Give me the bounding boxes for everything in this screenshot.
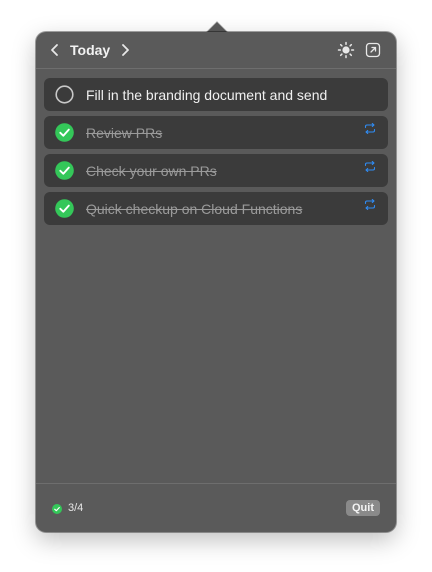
page-title: Today: [70, 42, 111, 58]
checkmark-circle-icon: [55, 123, 74, 142]
task-checkbox[interactable]: [55, 123, 74, 142]
repeat-icon: [364, 161, 376, 172]
chevron-right-icon: [122, 44, 129, 56]
task-checkbox[interactable]: [55, 85, 74, 104]
task-checkbox[interactable]: [55, 199, 74, 218]
popover-footer: 3/4 Quit: [36, 483, 396, 532]
popover-header: Today: [36, 32, 396, 69]
open-window-button[interactable]: [365, 42, 381, 58]
task-label: Review PRs: [86, 125, 163, 141]
sun-icon: [337, 41, 355, 59]
previous-day-button[interactable]: [47, 42, 63, 58]
task-label: Fill in the branding document and send: [86, 87, 328, 103]
empty-circle-icon: [55, 85, 74, 104]
task-item[interactable]: Fill in the branding document and send: [44, 78, 388, 111]
checkmark-circle-icon: [52, 504, 62, 514]
task-item[interactable]: Quick checkup on Cloud Functions: [44, 192, 388, 225]
next-day-button[interactable]: [117, 42, 133, 58]
today-popover: Today Fill in the branding document and …: [36, 32, 396, 532]
task-label: Quick checkup on Cloud Functions: [86, 201, 303, 217]
repeat-icon: [364, 199, 376, 210]
checkmark-circle-icon: [55, 199, 74, 218]
open-external-icon: [365, 42, 381, 58]
repeat-icon: [364, 123, 376, 134]
app-stage: Today Fill in the branding document and …: [0, 0, 432, 572]
quit-button[interactable]: Quit: [346, 500, 380, 516]
checkmark-circle-icon: [55, 161, 74, 180]
task-item[interactable]: Check your own PRs: [44, 154, 388, 187]
progress-count: 3/4: [68, 502, 84, 514]
task-label: Check your own PRs: [86, 163, 217, 179]
task-checkbox[interactable]: [55, 161, 74, 180]
task-item[interactable]: Review PRs: [44, 116, 388, 149]
task-list: Fill in the branding document and send R…: [44, 78, 388, 230]
chevron-left-icon: [51, 44, 58, 56]
theme-toggle-button[interactable]: [337, 41, 355, 59]
